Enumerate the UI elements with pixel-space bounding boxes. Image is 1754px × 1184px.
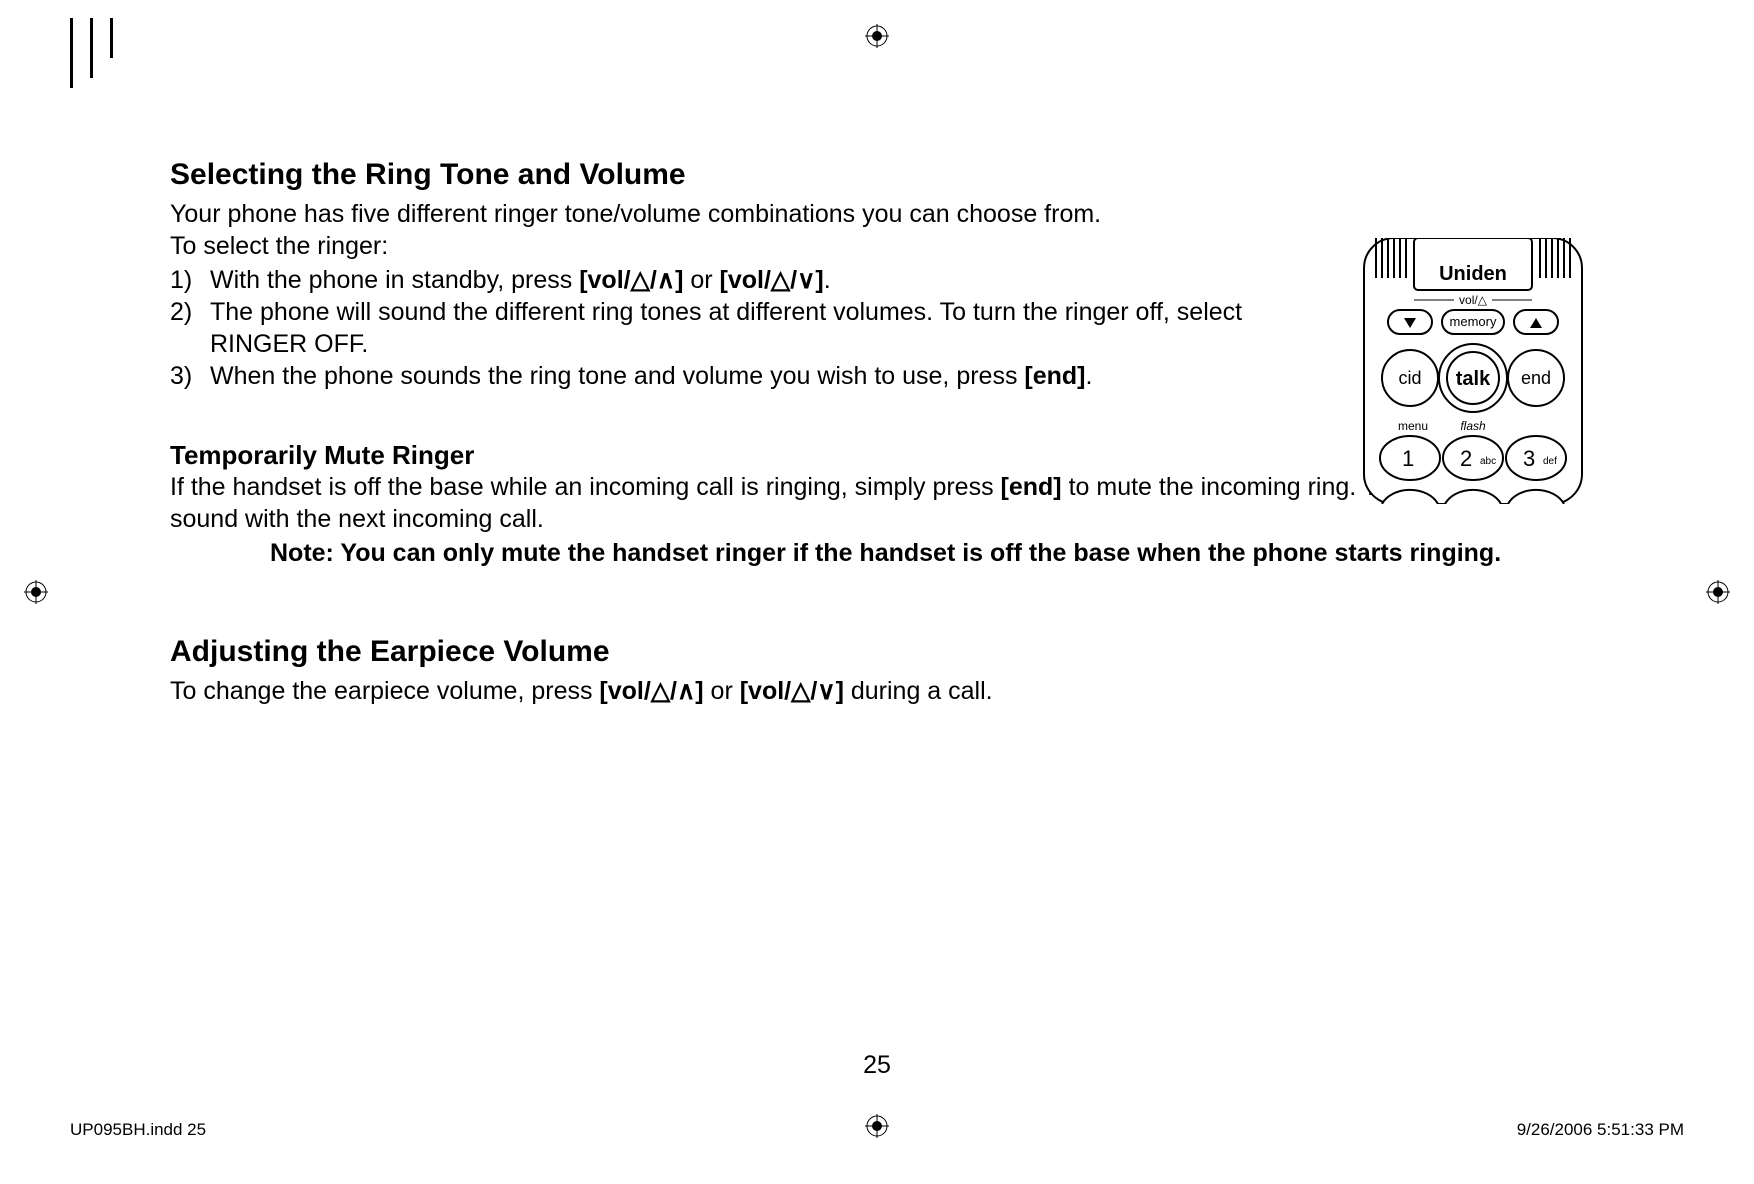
registration-mark-icon <box>865 24 889 48</box>
key-vol-up: [vol/△/∧] <box>579 266 683 294</box>
step-number: 1) <box>170 264 210 296</box>
phone-memory-button: memory <box>1450 314 1497 329</box>
footer-filename: UP095BH.indd 25 <box>70 1120 206 1140</box>
key-end: [end] <box>1024 362 1085 390</box>
phone-key-3: 3 <box>1523 446 1535 471</box>
footer-timestamp: 9/26/2006 5:51:33 PM <box>1517 1120 1684 1140</box>
phone-menu-label: menu <box>1398 419 1428 433</box>
phone-key-2-sub: abc <box>1480 456 1496 467</box>
key-vol-up: [vol/△/∧] <box>599 677 703 705</box>
earpiece-text: during a call. <box>844 677 993 705</box>
phone-cid-button: cid <box>1398 368 1421 388</box>
phone-handset-illustration: Uniden vol/△ memory cid talk end menu fl… <box>1358 238 1588 504</box>
key-end: [end] <box>1001 473 1062 501</box>
page-number: 25 <box>0 1051 1754 1080</box>
earpiece-section: Adjusting the Earpiece Volume To change … <box>170 635 1590 707</box>
phone-vol-label: vol/△ <box>1459 293 1488 307</box>
crop-bars-icon <box>70 18 110 88</box>
phone-talk-button: talk <box>1456 368 1491 390</box>
heading-ring-tone: Selecting the Ring Tone and Volume <box>170 158 1590 192</box>
step-text: or <box>683 266 719 294</box>
step-text: . <box>1086 362 1093 390</box>
earpiece-text: or <box>704 677 740 705</box>
print-footer: UP095BH.indd 25 9/26/2006 5:51:33 PM <box>70 1120 1684 1140</box>
phone-key-2: 2 <box>1460 446 1472 471</box>
phone-key-1: 1 <box>1402 446 1414 471</box>
key-vol-down: [vol/△/∨] <box>720 266 824 294</box>
step-number: 2) <box>170 296 210 360</box>
phone-flash-label: flash <box>1460 419 1486 433</box>
earpiece-paragraph: To change the earpiece volume, press [vo… <box>170 675 1590 707</box>
intro-line1: Your phone has five different ringer ton… <box>170 198 1590 230</box>
key-vol-down: [vol/△/∨] <box>740 677 844 705</box>
registration-mark-icon <box>1706 580 1730 604</box>
step-text: With the phone in standby, press <box>210 266 579 294</box>
mute-text: If the handset is off the base while an … <box>170 473 1001 501</box>
step-number: 3) <box>170 360 210 392</box>
registration-mark-icon <box>24 580 48 604</box>
mute-note: Note: You can only mute the handset ring… <box>170 537 1590 569</box>
phone-key-3-sub: def <box>1543 456 1557 467</box>
phone-brand: Uniden <box>1439 263 1507 285</box>
step-text: . <box>824 266 831 294</box>
step-text: When the phone sounds the ring tone and … <box>210 362 1024 390</box>
earpiece-text: To change the earpiece volume, press <box>170 677 599 705</box>
heading-earpiece: Adjusting the Earpiece Volume <box>170 635 1590 669</box>
phone-end-button: end <box>1521 368 1551 388</box>
